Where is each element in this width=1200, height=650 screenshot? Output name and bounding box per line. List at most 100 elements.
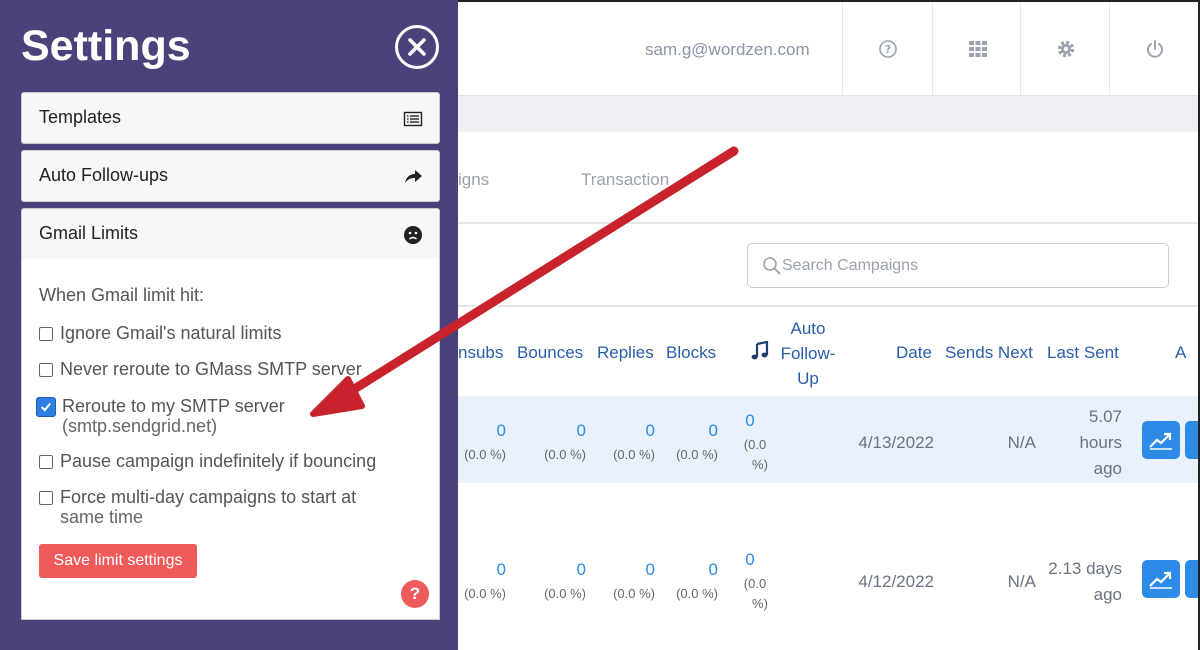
tab-transactional[interactable]: Transaction [581, 170, 669, 190]
header-auto-followup[interactable]: Auto Follow- Up [770, 316, 846, 391]
blocks-count[interactable]: 0 [678, 421, 718, 441]
force-multiday-sub: same time [60, 507, 144, 527]
header-auto-line1: Auto [790, 319, 826, 338]
header-sends-next[interactable]: Sends Next [945, 343, 1033, 363]
option-force-multiday[interactable]: Force multi-day campaigns to start at sa… [39, 487, 429, 527]
close-icon [408, 38, 426, 56]
header-replies[interactable]: Replies [597, 343, 654, 363]
option-label: Never reroute to GMass SMTP server [60, 359, 362, 379]
option-label: Force multi-day campaigns to start at sa… [60, 487, 356, 527]
close-settings-button[interactable] [395, 25, 439, 69]
force-multiday-label: Force multi-day campaigns to start at [60, 487, 357, 507]
share-forward-icon [405, 170, 422, 183]
trend-chart-icon [1149, 432, 1172, 450]
header-auto-line2: Follow- [780, 344, 836, 363]
search-box [747, 243, 1169, 288]
settings-button[interactable] [1020, 2, 1110, 96]
templates-section[interactable]: Templates [21, 92, 440, 144]
row-sends-next: N/A [1007, 433, 1036, 452]
option-label: Pause campaign indefinitely if bouncing [60, 451, 377, 471]
logout-button[interactable] [1109, 2, 1199, 96]
when-limit-label: When Gmail limit hit: [39, 285, 205, 305]
tab-campaigns[interactable]: igns [458, 170, 489, 190]
help-icon: ? [878, 40, 897, 58]
never-reroute-checkbox[interactable] [39, 363, 53, 377]
smtp-host-label: (smtp.sendgrid.net) [62, 416, 218, 436]
settings-title: Settings [21, 22, 191, 70]
apps-grid-icon [968, 41, 987, 57]
power-icon [1146, 40, 1163, 58]
auto-percent-2: %) [752, 457, 768, 472]
ignore-limits-checkbox[interactable] [39, 327, 53, 341]
bounces-count[interactable]: 0 [546, 560, 586, 580]
help-button[interactable]: ? [842, 2, 932, 96]
row-last-sent-3: ago [1093, 459, 1122, 478]
music-note-icon [751, 341, 769, 360]
header-date[interactable]: Date [896, 343, 932, 363]
report-button[interactable] [1142, 421, 1180, 459]
header-last-sent[interactable]: Last Sent [1047, 343, 1119, 363]
force-multiday-checkbox[interactable] [39, 491, 53, 505]
blocks-percent: (0.0 %) [676, 586, 718, 601]
bounces-percent: (0.0 %) [544, 447, 586, 462]
option-ignore-limits[interactable]: Ignore Gmail's natural limits [39, 323, 429, 343]
settings-sidebar: Settings Templates Auto Follow-ups Gmail… [0, 0, 458, 650]
auto-percent-1: (0.0 [743, 437, 767, 452]
replies-count[interactable]: 0 [615, 560, 655, 580]
checkmark-icon [40, 402, 52, 412]
unsubs-count[interactable]: 0 [466, 560, 506, 580]
templates-label: Templates [39, 107, 122, 127]
header-blocks[interactable]: Blocks [666, 343, 716, 363]
row-last-sent-2: ago [1093, 585, 1122, 604]
more-actions-button[interactable] [1185, 421, 1198, 459]
gmail-limits-section[interactable]: Gmail Limits [21, 208, 440, 260]
trend-chart-icon [1149, 571, 1172, 589]
header-unsubs[interactable]: nsubs [458, 343, 503, 363]
blocks-count[interactable]: 0 [678, 560, 718, 580]
replies-count[interactable]: 0 [615, 421, 655, 441]
option-never-reroute[interactable]: Never reroute to GMass SMTP server [39, 359, 429, 379]
gear-icon [1057, 40, 1074, 58]
svg-text:?: ? [884, 43, 890, 56]
unsubs-count[interactable]: 0 [466, 421, 506, 441]
user-email[interactable]: sam.g@wordzen.com [645, 40, 810, 60]
row-sends-next: N/A [1007, 572, 1036, 591]
help-button[interactable]: ? [401, 580, 429, 608]
pause-bouncing-checkbox[interactable] [39, 455, 53, 469]
replies-percent: (0.0 %) [613, 447, 655, 462]
reroute-label: Reroute to my SMTP server [62, 396, 285, 416]
auto-count[interactable]: 0 [732, 550, 768, 570]
header-actions: A [1175, 343, 1187, 362]
row-last-sent-2: hours [1079, 433, 1122, 452]
auto-count[interactable]: 0 [732, 411, 768, 431]
auto-followups-label: Auto Follow-ups [39, 165, 169, 185]
search-icon [763, 257, 781, 275]
replies-percent: (0.0 %) [613, 586, 655, 601]
option-reroute-smtp[interactable]: Reroute to my SMTP server (smtp.sendgrid… [37, 396, 429, 436]
header-bounces[interactable]: Bounces [517, 343, 583, 363]
auto-percent-2: %) [752, 596, 768, 611]
gmail-limits-label: Gmail Limits [39, 223, 139, 243]
row-last-sent-1: 5.07 [1088, 407, 1122, 426]
save-limit-settings-button[interactable]: Save limit settings [39, 544, 197, 578]
gmail-limits-panel: When Gmail limit hit: Ignore Gmail's nat… [21, 259, 440, 620]
report-button[interactable] [1142, 560, 1180, 598]
header-auto-line3: Up [797, 369, 819, 388]
option-label: Reroute to my SMTP server (smtp.sendgrid… [62, 396, 285, 436]
option-label: Ignore Gmail's natural limits [60, 323, 282, 343]
sad-face-icon [404, 226, 422, 244]
reroute-smtp-checkbox[interactable] [37, 398, 55, 416]
row-date: 4/13/2022 [858, 433, 934, 452]
more-actions-button[interactable] [1185, 560, 1198, 598]
apps-button[interactable] [932, 2, 1022, 96]
bounces-count[interactable]: 0 [546, 421, 586, 441]
auto-followups-section[interactable]: Auto Follow-ups [21, 150, 440, 202]
blocks-percent: (0.0 %) [676, 447, 718, 462]
row-last-sent-1: 2.13 days [1048, 559, 1122, 578]
auto-percent-1: (0.0 [743, 576, 767, 591]
bounces-percent: (0.0 %) [544, 586, 586, 601]
search-input[interactable] [782, 244, 1162, 287]
row-date: 4/12/2022 [858, 572, 934, 591]
list-icon [403, 111, 423, 127]
option-pause-bouncing[interactable]: Pause campaign indefinitely if bouncing [39, 451, 429, 471]
